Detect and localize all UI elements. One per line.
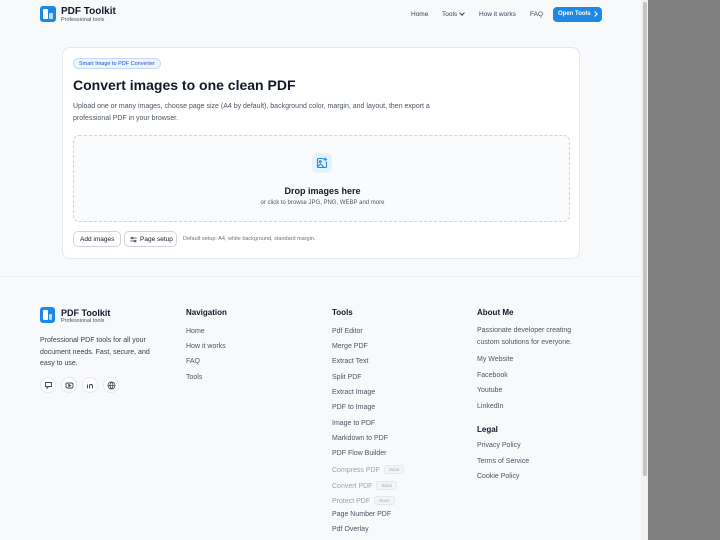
open-tools-label: Open Tools (558, 11, 591, 17)
footer-tool-page-number-pdf[interactable]: Page Number PDF (332, 511, 391, 518)
soon-badge: Soon (383, 465, 405, 474)
footer-logo-icon[interactable] (40, 307, 55, 323)
nav-how-it-works[interactable]: How it works (479, 11, 516, 18)
logo-icon[interactable] (40, 6, 56, 22)
add-images-button[interactable]: Add images (73, 231, 121, 247)
sliders-icon (130, 236, 137, 243)
footer-tool-pdf-editor[interactable]: Pdf Editor (332, 328, 363, 335)
nav-faq[interactable]: FAQ (530, 11, 543, 18)
dropzone-title: Drop images here (284, 186, 361, 196)
open-tools-button[interactable]: Open Tools (553, 7, 602, 22)
page-setup-label: Page setup (140, 236, 173, 243)
chevron-down-icon (459, 10, 466, 16)
image-dropzone[interactable]: Drop images here or click to browse JPG,… (73, 135, 570, 222)
tool-label: Compress PDF (332, 467, 380, 474)
footer-tool-image-to-pdf[interactable]: Image to PDF (332, 420, 375, 427)
footer-link-tools[interactable]: Tools (186, 374, 202, 381)
footer-about-me-heading: About Me (477, 308, 514, 317)
setup-hint: Default setup: A4, white background, sta… (183, 236, 316, 242)
footer-link-home[interactable]: Home (186, 328, 205, 335)
brand-name[interactable]: PDF Toolkit (61, 6, 116, 17)
top-navbar: PDF Toolkit Professional tools Home Tool… (0, 0, 641, 30)
footer-tool-pdf-flow-builder[interactable]: PDF Flow Builder (332, 450, 386, 457)
footer: PDF Toolkit Professional tools Professio… (0, 276, 641, 540)
footer-tool-markdown-to-pdf[interactable]: Markdown to PDF (332, 435, 388, 442)
footer-tool-split-pdf[interactable]: Split PDF (332, 374, 362, 381)
footer-tool-protect-pdf: Protect PDF Soon (332, 496, 395, 505)
page-setup-button[interactable]: Page setup (124, 231, 177, 247)
chevron-right-icon (592, 11, 598, 17)
footer-navigation-heading: Navigation (186, 308, 227, 317)
nav-tools-dropdown[interactable]: Tools (442, 10, 466, 18)
footer-link-cookie-policy[interactable]: Cookie Policy (477, 473, 519, 480)
nav-tools-label: Tools (442, 11, 458, 18)
footer-link-faq[interactable]: FAQ (186, 358, 200, 365)
footer-tool-extract-image[interactable]: Extract Image (332, 389, 375, 396)
dropzone-subtitle: or click to browse JPG, PNG, WEBP and mo… (260, 200, 385, 206)
footer-brand[interactable]: PDF Toolkit (61, 308, 110, 318)
footer-link-linkedin[interactable]: LinkedIn (477, 403, 503, 410)
footer-link-terms-of-service[interactable]: Terms of Service (477, 458, 529, 465)
page-description: Upload one or many images, choose page s… (73, 103, 430, 122)
side-panel (648, 0, 720, 540)
soon-badge: Soon (374, 496, 395, 505)
footer-link-youtube[interactable]: Youtube (477, 387, 502, 394)
globe-icon[interactable] (103, 377, 119, 393)
footer-link-facebook[interactable]: Facebook (477, 372, 508, 379)
footer-tool-pdf-to-image[interactable]: PDF to Image (332, 404, 375, 411)
soon-badge: Soon (376, 481, 397, 490)
footer-about: Professional PDF tools for all your docu… (40, 337, 150, 367)
tool-badge: Smart Image to PDF Converter (73, 58, 161, 69)
footer-link-how-it-works[interactable]: How it works (186, 343, 226, 350)
tool-label: Protect PDF (332, 498, 371, 505)
code-icon[interactable] (40, 377, 56, 393)
footer-tagline: Professional tools (61, 318, 105, 324)
footer-tools-heading: Tools (332, 308, 353, 317)
footer-tool-convert-pdf: Convert PDF Soon (332, 481, 397, 490)
scrollbar-thumb[interactable] (643, 2, 647, 476)
footer-link-my-website[interactable]: My Website (477, 356, 513, 363)
tool-label: Convert PDF (332, 483, 373, 490)
footer-legal-heading: Legal (477, 425, 498, 434)
footer-about-me-text: Passionate developer creating custom sol… (477, 327, 572, 346)
nav-home[interactable]: Home (411, 11, 428, 18)
browser-viewport: PDF Toolkit Professional tools Home Tool… (0, 0, 641, 540)
footer-tool-extract-text[interactable]: Extract Text (332, 358, 368, 365)
footer-tool-merge-pdf[interactable]: Merge PDF (332, 343, 368, 350)
footer-link-privacy-policy[interactable]: Privacy Policy (477, 442, 521, 449)
footer-tool-compress-pdf: Compress PDF Soon (332, 465, 405, 474)
image-plus-icon (312, 153, 332, 173)
footer-tool-pdf-overlay[interactable]: Pdf Overlay (332, 526, 369, 533)
brand-tagline: Professional tools (61, 17, 105, 23)
linkedin-icon[interactable] (82, 377, 98, 393)
page-title: Convert images to one clean PDF (73, 77, 296, 93)
youtube-icon[interactable] (61, 377, 77, 393)
converter-card: Smart Image to PDF Converter Convert ima… (62, 47, 580, 259)
